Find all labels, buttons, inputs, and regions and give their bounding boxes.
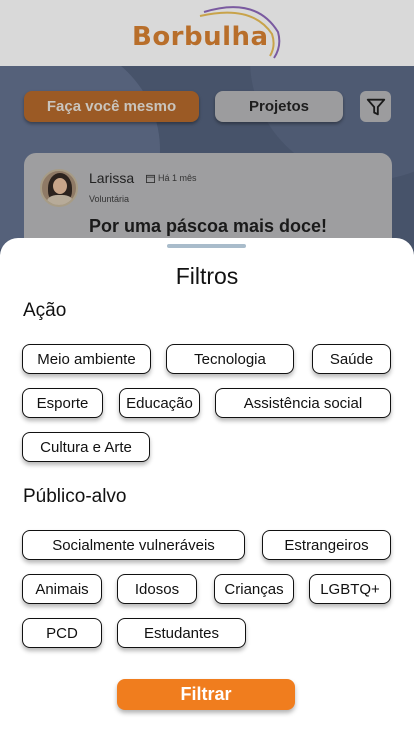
post-title[interactable]: Por uma páscoa mais doce! <box>24 216 392 237</box>
post-time: Há 1 mês <box>146 173 197 183</box>
chip-educacao[interactable]: Educação <box>119 388 200 418</box>
chip-cultura-e-arte[interactable]: Cultura e Arte <box>22 432 150 462</box>
tab-projetos[interactable]: Projetos <box>215 91 343 122</box>
chip-assistencia-social[interactable]: Assistência social <box>215 388 391 418</box>
filter-submit-button[interactable]: Filtrar <box>117 679 295 710</box>
chip-socialmente-vulneraveis[interactable]: Socialmente vulneráveis <box>22 530 245 560</box>
filter-button[interactable] <box>360 91 391 122</box>
sheet-drag-handle[interactable] <box>167 244 246 248</box>
calendar-icon <box>146 174 155 183</box>
chip-estrangeiros[interactable]: Estrangeiros <box>262 530 391 560</box>
post-role: Voluntária <box>89 194 130 204</box>
chip-saude[interactable]: Saúde <box>312 344 391 374</box>
chip-meio-ambiente[interactable]: Meio ambiente <box>22 344 151 374</box>
section-acao: Ação <box>23 300 67 321</box>
chip-animais[interactable]: Animais <box>22 574 102 604</box>
chip-criancas[interactable]: Crianças <box>214 574 294 604</box>
sheet-title: Filtros <box>175 263 239 289</box>
chip-esporte[interactable]: Esporte <box>22 388 103 418</box>
app-header: Borbulha <box>0 0 414 66</box>
avatar <box>40 169 78 207</box>
post-author: Larissa <box>89 170 135 186</box>
filter-sheet: Filtros Ação Meio ambiente Tecnologia Sa… <box>0 238 414 736</box>
chip-estudantes[interactable]: Estudantes <box>117 618 246 648</box>
post-time-label: Há 1 mês <box>158 173 197 183</box>
filter-icon <box>366 98 385 115</box>
chip-idosos[interactable]: Idosos <box>117 574 197 604</box>
tab-faca-voce-mesmo[interactable]: Faça você mesmo <box>24 91 199 122</box>
chip-lgbtq[interactable]: LGBTQ+ <box>309 574 391 604</box>
chip-tecnologia[interactable]: Tecnologia <box>166 344 294 374</box>
section-publico-alvo: Público-alvo <box>23 486 127 507</box>
chip-pcd[interactable]: PCD <box>22 618 102 648</box>
app-logo: Borbulha <box>132 22 269 52</box>
